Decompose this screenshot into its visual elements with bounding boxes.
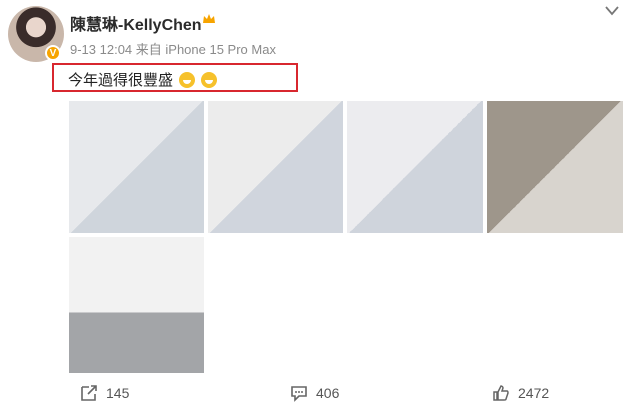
grinning-face-icon: [179, 72, 196, 88]
grinning-face-icon: [201, 72, 218, 88]
photo-5[interactable]: [69, 237, 204, 373]
verified-badge-icon: V: [45, 45, 61, 61]
post-text-content: 今年過得很豐盛: [68, 72, 174, 89]
share-count: 145: [106, 385, 130, 401]
photo-1[interactable]: [69, 101, 204, 233]
photo-2[interactable]: [208, 101, 343, 233]
post-text: 今年過得很豐盛: [68, 69, 218, 90]
username[interactable]: 陳慧琳-KellyChen: [70, 11, 202, 35]
comment-button[interactable]: 406: [290, 384, 339, 402]
like-button[interactable]: 2472: [492, 384, 549, 402]
share-button[interactable]: 145: [80, 384, 129, 402]
photo-3[interactable]: [347, 101, 483, 233]
chevron-down-icon[interactable]: [605, 6, 619, 16]
like-count: 2472: [518, 385, 550, 401]
share-icon: [81, 385, 97, 401]
post-meta: 9-13 12:04 来自 iPhone 15 Pro Max: [70, 42, 276, 57]
thumbs-up-icon: [493, 385, 509, 401]
comment-count: 406: [316, 385, 340, 401]
crown-icon: [203, 14, 215, 23]
photo-4[interactable]: [487, 101, 623, 233]
comment-icon: [291, 386, 307, 402]
